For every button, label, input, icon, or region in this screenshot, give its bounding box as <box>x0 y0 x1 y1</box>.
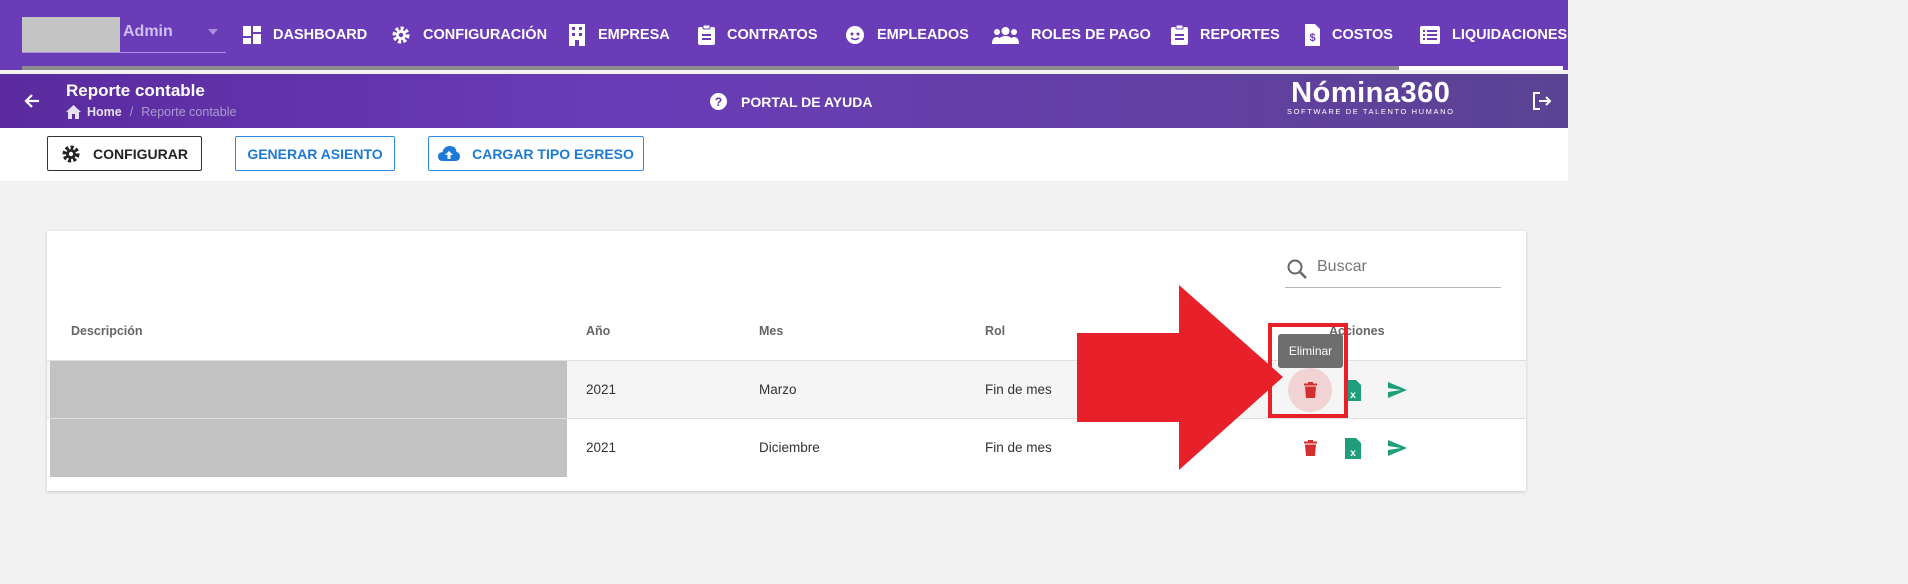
cell-mes: Diciembre <box>759 440 820 455</box>
search-icon <box>1287 259 1307 279</box>
people-icon <box>992 27 1019 44</box>
nav-item-dashboard[interactable]: DASHBOARD <box>243 22 367 48</box>
breadcrumb: Home / Reporte contable <box>66 105 236 119</box>
nav-item-roles-de-pago[interactable]: ROLES DE PAGO <box>992 22 1151 48</box>
page-title: Reporte contable <box>66 81 205 100</box>
search-input[interactable] <box>1315 257 1499 277</box>
tooltip: Eliminar <box>1278 334 1343 368</box>
nav-item-label: ROLES DE PAGO <box>1031 27 1151 43</box>
user-selector[interactable]: Admin <box>22 17 226 53</box>
nav-item-reportes[interactable]: REPORTES <box>1171 22 1280 48</box>
brand-logo: Nómina360 SOFTWARE DE TALENTO HUMANO <box>1287 77 1455 116</box>
top-navbar: Admin DASHBOARD CONFIGURACIÓN EMPRESA CO… <box>0 0 1568 70</box>
cell-rol: Fin de mes <box>985 440 1052 455</box>
svg-text:x: x <box>1350 390 1356 401</box>
table-row: 2021 Diciembre Fin de mes x <box>47 418 1526 477</box>
nav-item-label: REPORTES <box>1200 27 1280 43</box>
annotation-arrow <box>1077 285 1283 470</box>
nav-item-label: DASHBOARD <box>273 27 368 43</box>
page-header: Reporte contable Home / Reporte contable… <box>0 74 1568 128</box>
export-excel-button[interactable]: x <box>1337 432 1369 464</box>
back-arrow-icon[interactable] <box>22 91 42 111</box>
nav-item-label: EMPLEADOS <box>877 27 969 43</box>
user-name: Admin <box>123 23 173 40</box>
help-portal-link[interactable]: ? PORTAL DE AYUDA <box>710 93 872 110</box>
column-header-mes[interactable]: Mes <box>759 324 783 338</box>
breadcrumb-home[interactable]: Home <box>87 105 122 119</box>
cell-anio: 2021 <box>586 440 617 455</box>
help-icon: ? <box>710 93 727 110</box>
building-icon <box>569 24 585 46</box>
clipboard-icon <box>698 25 715 45</box>
column-header-anio[interactable]: Año <box>586 324 610 338</box>
nav-item-label: CONFIGURACIÓN <box>423 27 548 43</box>
generar-asiento-button[interactable]: GENERAR ASIENTO <box>235 136 395 171</box>
delete-button[interactable] <box>1294 432 1326 464</box>
nav-item-empleados[interactable]: EMPLEADOS <box>845 22 969 48</box>
cloud-upload-icon <box>438 145 461 161</box>
cargar-tipo-egreso-button[interactable]: CARGAR TIPO EGRESO <box>428 136 644 171</box>
nav-item-label: LIQUIDACIONES <box>1452 27 1568 43</box>
dashboard-icon <box>243 26 261 44</box>
redacted-description <box>50 361 567 419</box>
search-field[interactable] <box>1285 253 1501 288</box>
nav-item-label: EMPRESA <box>598 27 670 43</box>
send-icon <box>1387 440 1407 456</box>
nav-item-label: CONTRATOS <box>727 27 818 43</box>
clipboard-icon <box>1171 25 1188 45</box>
svg-text:$: $ <box>1309 32 1315 44</box>
nav-item-configuracion[interactable]: CONFIGURACIÓN <box>391 22 547 48</box>
gear-icon <box>62 145 80 162</box>
breadcrumb-current: Reporte contable <box>141 105 237 119</box>
svg-text:x: x <box>1350 448 1356 459</box>
logout-icon[interactable] <box>1532 91 1552 111</box>
redacted-description <box>50 419 567 477</box>
breadcrumb-separator: / <box>129 105 134 119</box>
trash-icon <box>1303 440 1317 456</box>
svg-text:?: ? <box>715 95 722 109</box>
cargar-tipo-egreso-label: CARGAR TIPO EGRESO <box>472 145 634 162</box>
home-icon[interactable] <box>66 105 81 119</box>
send-button[interactable] <box>1381 432 1413 464</box>
help-label: PORTAL DE AYUDA <box>741 93 873 110</box>
nav-active-indicator <box>1399 66 1563 70</box>
send-button[interactable] <box>1381 374 1413 406</box>
column-header-rol[interactable]: Rol <box>985 324 1005 338</box>
face-icon <box>846 26 864 44</box>
logo-subtitle: SOFTWARE DE TALENTO HUMANO <box>1287 107 1455 116</box>
column-header-descripcion[interactable]: Descripción <box>71 324 143 338</box>
nav-item-label: COSTOS <box>1332 27 1393 43</box>
action-toolbar: CONFIGURAR GENERAR ASIENTO CARGAR TIPO E… <box>0 128 1568 181</box>
cell-rol: Fin de mes <box>985 382 1052 397</box>
nav-indicator-track <box>22 66 1563 70</box>
nav-item-costos[interactable]: $ COSTOS <box>1305 22 1393 48</box>
nav-item-liquidaciones[interactable]: LIQUIDACIONES <box>1420 22 1567 48</box>
cell-mes: Marzo <box>759 382 797 397</box>
nav-item-contratos[interactable]: CONTRATOS <box>698 22 818 48</box>
logo-main: Nómina360 <box>1291 77 1451 109</box>
nav-item-empresa[interactable]: EMPRESA <box>568 22 670 48</box>
list-icon <box>1420 26 1440 44</box>
chevron-down-icon[interactable] <box>208 29 218 35</box>
excel-file-icon: x <box>1345 437 1361 459</box>
cell-anio: 2021 <box>586 382 617 397</box>
configurar-button[interactable]: CONFIGURAR <box>47 136 202 171</box>
send-icon <box>1387 382 1407 398</box>
dollar-file-icon: $ <box>1305 24 1320 46</box>
generar-asiento-label: GENERAR ASIENTO <box>247 145 383 162</box>
gear-icon <box>392 26 410 44</box>
avatar <box>22 17 120 52</box>
configurar-label: CONFIGURAR <box>93 145 188 162</box>
